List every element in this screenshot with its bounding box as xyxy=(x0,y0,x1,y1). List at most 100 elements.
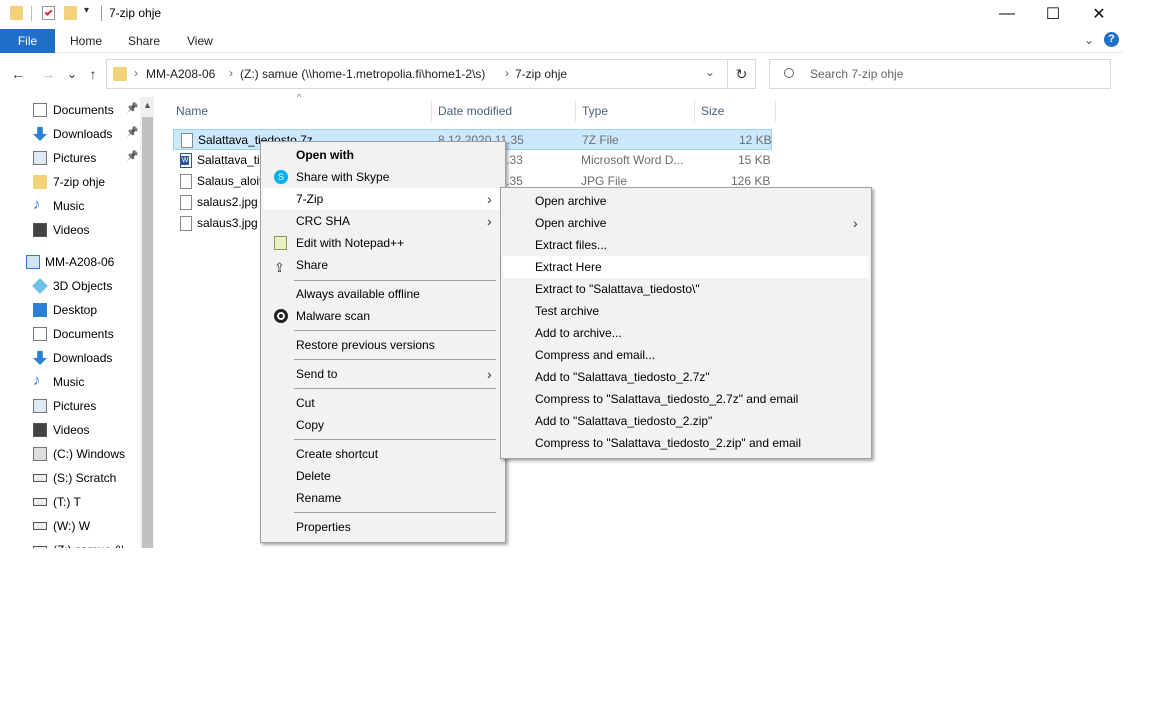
maximize-button[interactable]: ☐ xyxy=(1030,0,1076,28)
sidebar-item[interactable]: ♪ Music xyxy=(0,371,140,393)
new-folder-icon[interactable] xyxy=(64,6,77,20)
network-drive-icon xyxy=(33,474,47,482)
minimize-button[interactable]: — xyxy=(984,0,1030,28)
menu-item-delete[interactable]: Delete xyxy=(263,465,503,487)
music-icon: ♪ xyxy=(33,372,41,389)
sidebar-item[interactable]: 3D Objects xyxy=(0,275,140,297)
file-type: 7Z File xyxy=(582,133,619,147)
breadcrumb-item[interactable]: 7-zip ohje xyxy=(515,67,567,81)
menu-item-always-offline[interactable]: Always available offline xyxy=(263,283,503,305)
menu-item-open-with[interactable]: Open with xyxy=(263,144,503,166)
menu-item-rename[interactable]: Rename xyxy=(263,487,503,509)
menu-item-restore-versions[interactable]: Restore previous versions xyxy=(263,334,503,356)
column-header-date[interactable]: Date modified xyxy=(432,100,576,122)
image-file-icon xyxy=(180,195,192,210)
sidebar-item[interactable]: Documents 📌 xyxy=(0,99,140,121)
sidebar-item[interactable]: 7-zip ohje xyxy=(0,171,140,193)
sidebar-item-label: Videos xyxy=(53,223,90,237)
submenu-item[interactable]: Compress to "Salattava_tiedosto_2.zip" a… xyxy=(503,432,869,454)
menu-item-cut[interactable]: Cut xyxy=(263,392,503,414)
address-history-dropdown[interactable]: ⌄ xyxy=(705,65,715,79)
sidebar-item[interactable]: Downloads xyxy=(0,347,140,369)
tab-file[interactable]: File xyxy=(0,29,55,53)
menu-item-properties[interactable]: Properties xyxy=(263,516,503,538)
address-bar[interactable]: › MM-A208-06 › (Z:) samue (\\home-1.metr… xyxy=(106,59,728,89)
address-row: ← → ⌄ ↑ › MM-A208-06 › (Z:) samue (\\hom… xyxy=(0,58,1122,90)
sidebar-item-label: MM-A208-06 xyxy=(45,255,115,269)
menu-item-malware-scan[interactable]: Malware scan xyxy=(263,305,503,327)
submenu-item[interactable]: Extract files... xyxy=(503,234,869,256)
malware-scan-icon xyxy=(274,309,288,323)
refresh-button[interactable]: ↻ xyxy=(728,59,756,89)
sidebar-item[interactable]: (C:) Windows xyxy=(0,443,140,465)
search-input[interactable]: Search 7-zip ohje xyxy=(810,67,903,81)
skype-icon: S xyxy=(274,170,288,184)
up-button[interactable]: ↑ xyxy=(83,64,103,84)
nav-scrollbar-thumb[interactable] xyxy=(142,117,153,548)
share-icon: ⇪ xyxy=(274,260,285,275)
menu-item-edit-notepad[interactable]: Edit with Notepad++ xyxy=(263,232,503,254)
column-header-size[interactable]: Size xyxy=(695,100,776,122)
pin-icon: 📌 xyxy=(126,103,139,114)
breadcrumb-item[interactable]: (Z:) samue (\\home-1.metropolia.fi\home1… xyxy=(240,67,485,81)
sidebar-item[interactable]: Videos xyxy=(0,219,140,241)
search-box[interactable]: Search 7-zip ohje xyxy=(769,59,1111,89)
submenu-item[interactable]: Extract to "Salattava_tiedosto\" xyxy=(503,278,869,300)
sidebar-item[interactable]: Downloads 📌 xyxy=(0,123,140,145)
sidebar-item[interactable]: MM-A208-06 xyxy=(0,251,140,273)
submenu-item[interactable]: Open archive › xyxy=(503,212,869,234)
sidebar-item[interactable]: Videos xyxy=(0,419,140,441)
menu-item-7zip[interactable]: 7-Zip › xyxy=(263,188,503,210)
close-button[interactable]: ✕ xyxy=(1076,0,1122,28)
tab-view[interactable]: View xyxy=(177,29,223,53)
column-header-name[interactable]: Name xyxy=(170,100,432,122)
sidebar-item-label: Music xyxy=(53,199,85,213)
menu-item-copy[interactable]: Copy xyxy=(263,414,503,436)
sidebar-item-label: (T:) T xyxy=(53,495,81,509)
sidebar-item-label: Downloads xyxy=(53,127,113,141)
menu-item-share-with-skype[interactable]: S Share with Skype xyxy=(263,166,503,188)
submenu-item[interactable]: Add to "Salattava_tiedosto_2.zip" xyxy=(503,410,869,432)
chevron-right-icon: › xyxy=(853,215,858,231)
recent-locations-button[interactable]: ⌄ xyxy=(62,64,82,84)
expand-ribbon-icon[interactable]: ⌄ xyxy=(1084,33,1094,47)
sidebar-item-label: Documents xyxy=(53,327,114,341)
sidebar-item-label: (S:) Scratch xyxy=(53,471,117,485)
menu-item-create-shortcut[interactable]: Create shortcut xyxy=(263,443,503,465)
submenu-item[interactable]: Add to archive... xyxy=(503,322,869,344)
submenu-item[interactable]: Add to "Salattava_tiedosto_2.7z" xyxy=(503,366,869,388)
sidebar-item[interactable]: (S:) Scratch xyxy=(0,467,140,489)
help-icon[interactable]: ? xyxy=(1104,32,1119,47)
forward-button[interactable]: → xyxy=(38,64,58,84)
submenu-item[interactable]: Open archive xyxy=(503,190,869,212)
back-button[interactable]: ← xyxy=(8,64,28,84)
sidebar-item[interactable]: Desktop xyxy=(0,299,140,321)
ribbon: File Home Share View ⌄ ? xyxy=(0,29,1122,53)
sidebar-item[interactable]: Pictures 📌 xyxy=(0,147,140,169)
sidebar-item[interactable]: (T:) T xyxy=(0,491,140,513)
customize-toolbar-icon[interactable]: ▾ xyxy=(84,5,89,16)
submenu-item[interactable]: Compress to "Salattava_tiedosto_2.7z" an… xyxy=(503,388,869,410)
sidebar-item[interactable]: (Z:) samue (\\ xyxy=(0,539,140,548)
sidebar-item[interactable]: ♪ Music xyxy=(0,195,140,217)
menu-item-send-to[interactable]: Send to › xyxy=(263,363,503,385)
menu-item-share[interactable]: ⇪ Share xyxy=(263,254,503,276)
window-title: 7-zip ohje xyxy=(109,6,162,20)
image-file-icon xyxy=(180,216,192,231)
breadcrumb-item[interactable]: MM-A208-06 xyxy=(146,67,215,81)
menu-item-crc-sha[interactable]: CRC SHA › xyxy=(263,210,503,232)
music-icon: ♪ xyxy=(33,196,41,213)
drive-icon xyxy=(33,447,47,461)
submenu-item[interactable]: Extract Here xyxy=(503,256,869,278)
tab-home[interactable]: Home xyxy=(60,29,112,53)
scroll-up-icon[interactable]: ▲ xyxy=(143,100,152,110)
sidebar-item[interactable]: (W:) W xyxy=(0,515,140,537)
submenu-item[interactable]: Compress and email... xyxy=(503,344,869,366)
column-header-type[interactable]: Type xyxy=(576,100,695,122)
sidebar-item[interactable]: Documents xyxy=(0,323,140,345)
menu-separator xyxy=(294,359,496,360)
tab-share[interactable]: Share xyxy=(118,29,170,53)
submenu-item[interactable]: Test archive xyxy=(503,300,869,322)
properties-icon[interactable] xyxy=(42,6,55,20)
sidebar-item[interactable]: Pictures xyxy=(0,395,140,417)
